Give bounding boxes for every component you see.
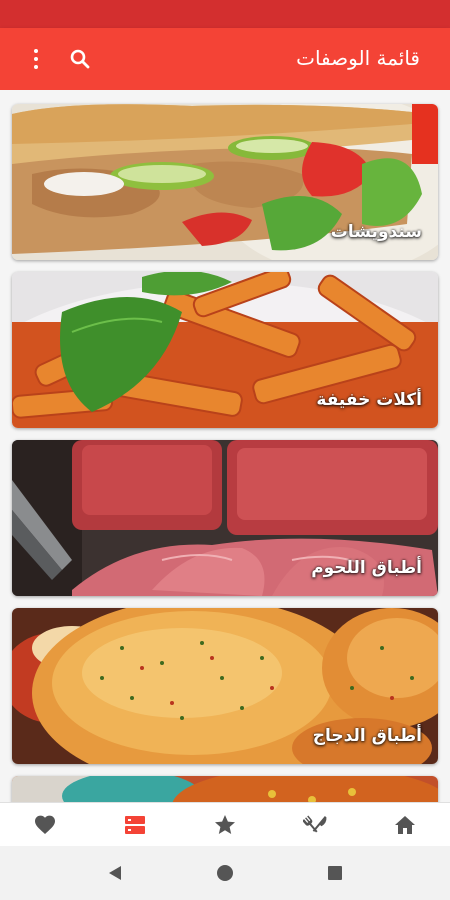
heart-icon bbox=[35, 815, 55, 834]
star-icon bbox=[215, 814, 235, 834]
system-navigation-bar bbox=[0, 846, 450, 900]
status-bar bbox=[0, 0, 450, 28]
home-button[interactable] bbox=[213, 861, 237, 885]
nav-categories[interactable] bbox=[90, 803, 180, 846]
partial-dish-photo bbox=[12, 776, 438, 802]
category-label: أطباق الدجاج bbox=[312, 726, 422, 746]
recents-button[interactable] bbox=[323, 861, 347, 885]
overflow-menu-icon[interactable] bbox=[26, 46, 46, 72]
app-bar: قائمة الوصفات bbox=[0, 28, 450, 90]
back-icon bbox=[109, 866, 121, 880]
page-title: قائمة الوصفات bbox=[296, 46, 420, 70]
back-button[interactable] bbox=[103, 861, 127, 885]
category-card-snacks[interactable]: أكلات خفيفة bbox=[12, 272, 438, 428]
search-icon[interactable] bbox=[68, 47, 92, 71]
category-label: أكلات خفيفة bbox=[316, 390, 422, 410]
nav-favorites[interactable] bbox=[0, 803, 90, 846]
home-circle-icon bbox=[217, 865, 233, 881]
nav-top-rated[interactable] bbox=[180, 803, 270, 846]
category-card-sandwiches[interactable]: سندويشات bbox=[12, 104, 438, 260]
nav-recipes[interactable] bbox=[270, 803, 360, 846]
fork-knife-icon bbox=[303, 815, 327, 833]
category-label: أطباق اللحوم bbox=[311, 558, 422, 578]
bottom-navigation bbox=[0, 802, 450, 846]
recents-icon bbox=[328, 866, 342, 880]
category-label: سندويشات bbox=[330, 222, 422, 242]
category-card-chicken[interactable]: أطباق الدجاج bbox=[12, 608, 438, 764]
category-card-partial[interactable] bbox=[12, 776, 438, 802]
nav-home[interactable] bbox=[360, 803, 450, 846]
category-card-meat[interactable]: أطباق اللحوم bbox=[12, 440, 438, 596]
category-list[interactable]: سندويشات أكلات خفيفة أطباق اللحوم أطباق … bbox=[0, 90, 450, 802]
list-icon bbox=[125, 815, 145, 834]
home-icon bbox=[395, 815, 415, 834]
